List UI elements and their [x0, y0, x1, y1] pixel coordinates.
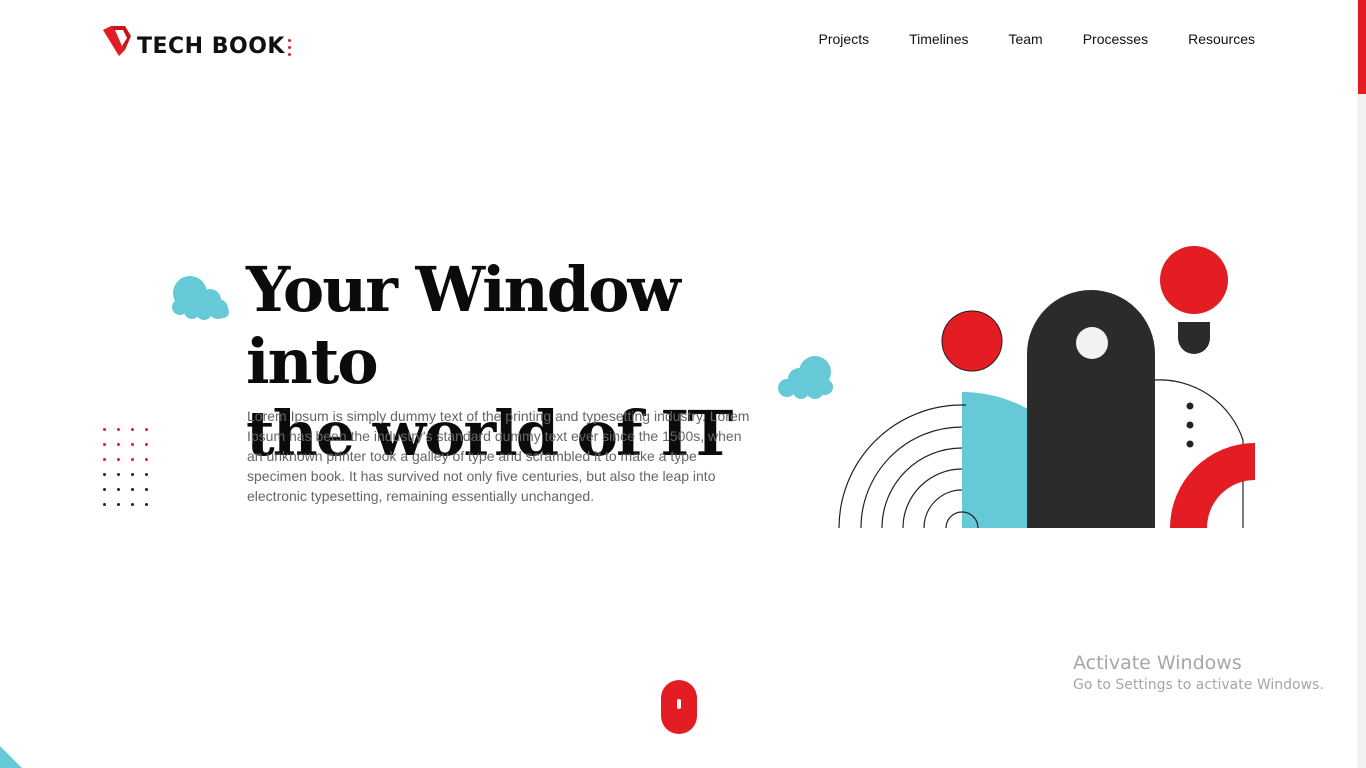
- nav-item-processes[interactable]: Processes: [1083, 31, 1148, 47]
- watermark-line2: Go to Settings to activate Windows.: [1073, 677, 1324, 693]
- nav-item-resources[interactable]: Resources: [1188, 31, 1255, 47]
- page-scrollbar[interactable]: [1357, 0, 1366, 768]
- brand-logo[interactable]: TECH BOOK: [103, 24, 291, 59]
- windows-activation-watermark: Activate Windows Go to Settings to activ…: [1073, 652, 1324, 695]
- brand-name: TECH BOOK: [137, 34, 285, 59]
- decorative-corner-triangle: [0, 746, 22, 768]
- brand-dots: [287, 39, 291, 56]
- nav-item-projects[interactable]: Projects: [819, 31, 870, 47]
- scrollbar-thumb[interactable]: [1358, 0, 1366, 94]
- scroll-down-button[interactable]: [661, 680, 697, 734]
- hero-illustration: [838, 246, 1255, 529]
- tech-book-logo-icon: [103, 25, 131, 56]
- hero-description: Lorem Ipsum is simply dummy text of the …: [247, 408, 750, 504]
- nav-item-team[interactable]: Team: [1008, 31, 1042, 47]
- main-nav: Projects Timelines Team Processes Resour…: [819, 31, 1255, 47]
- cloud-icon: [172, 276, 229, 320]
- mouse-scroll-icon: [677, 699, 681, 709]
- hero-title-line1: Your Window into: [246, 253, 681, 398]
- nav-item-timelines[interactable]: Timelines: [909, 31, 968, 47]
- watermark-line1: Activate Windows: [1073, 652, 1242, 674]
- decorative-dot-grid: [103, 428, 148, 506]
